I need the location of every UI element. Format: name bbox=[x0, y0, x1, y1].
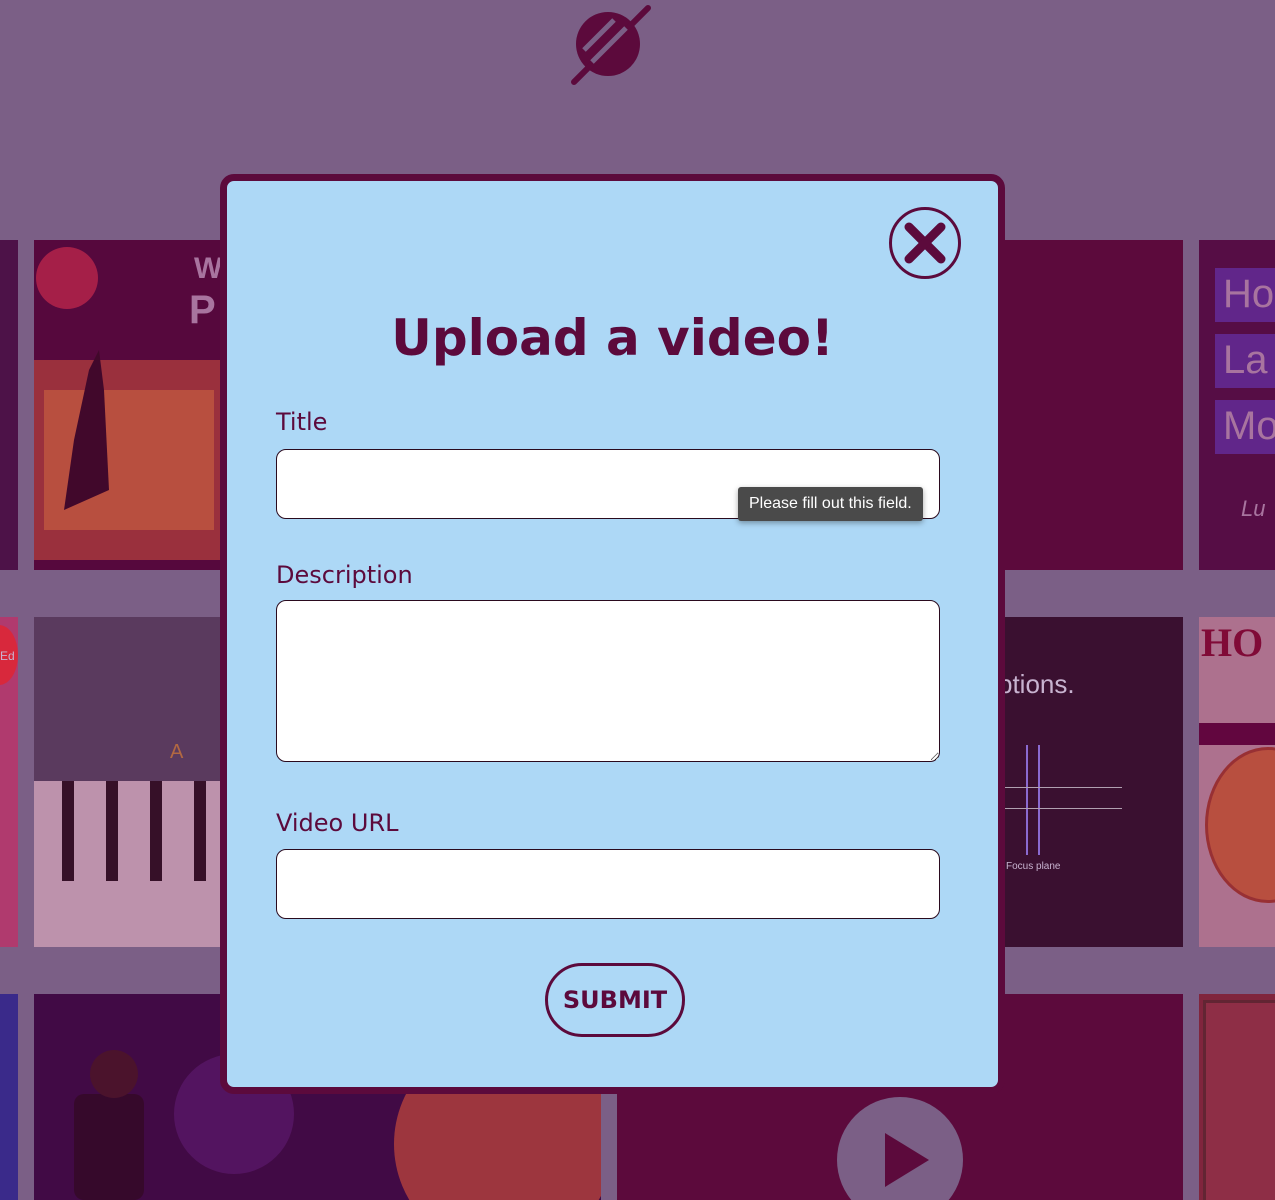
thumbnail-text: Ed bbox=[0, 649, 15, 663]
video-thumbnail[interactable]: Ed bbox=[0, 617, 18, 947]
video-thumbnail[interactable] bbox=[998, 240, 1183, 570]
video-thumbnail[interactable] bbox=[0, 994, 18, 1200]
upload-video-modal: Upload a video! Title Description Video … bbox=[220, 174, 1005, 1094]
play-icon[interactable] bbox=[837, 1097, 963, 1200]
video-thumbnail[interactable]: HO bbox=[1199, 617, 1275, 947]
video-thumbnail[interactable]: Ho La Mo Lu bbox=[1199, 240, 1275, 570]
video-thumbnail[interactable] bbox=[0, 240, 18, 570]
thumbnail-text: Focus plane bbox=[1006, 861, 1061, 872]
submit-button[interactable]: SUBMIT bbox=[545, 963, 685, 1037]
close-x-icon bbox=[904, 222, 946, 264]
description-textarea[interactable] bbox=[276, 600, 940, 762]
video-thumbnail[interactable] bbox=[1199, 994, 1275, 1200]
close-button[interactable] bbox=[889, 207, 961, 279]
validation-tooltip: Please fill out this field. bbox=[738, 487, 923, 521]
video-thumbnail[interactable]: W P bbox=[34, 240, 220, 570]
video-thumbnail[interactable]: ptions. Focus plane bbox=[998, 617, 1183, 947]
modal-title: Upload a video! bbox=[391, 309, 834, 367]
video-thumbnail[interactable]: A bbox=[34, 617, 220, 947]
description-label: Description bbox=[276, 561, 413, 589]
title-label: Title bbox=[276, 408, 328, 436]
video-url-input[interactable] bbox=[276, 849, 940, 919]
thumbnail-text: ptions. bbox=[998, 669, 1075, 699]
video-url-label: Video URL bbox=[276, 809, 399, 837]
